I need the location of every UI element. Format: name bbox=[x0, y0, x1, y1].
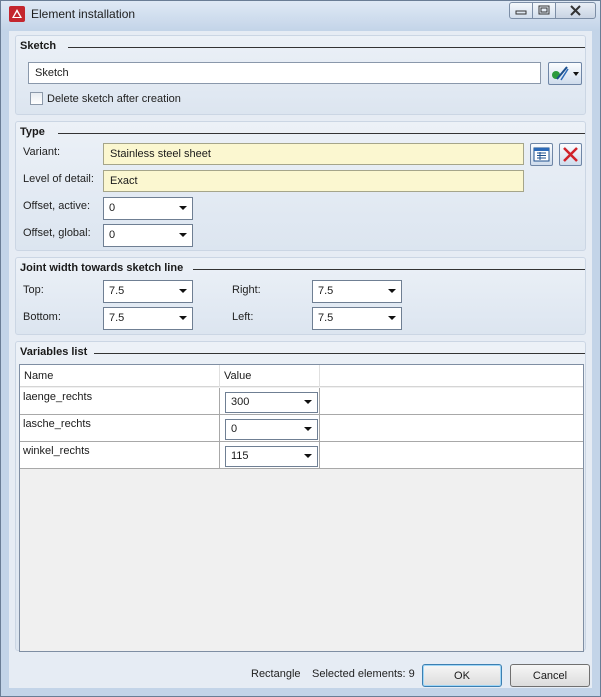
dialog-window: Element installation Sketch Sketch Delet… bbox=[0, 0, 601, 697]
chevron-down-icon bbox=[304, 454, 312, 458]
right-combo[interactable]: 7.5 bbox=[312, 280, 402, 303]
group-divider bbox=[68, 47, 585, 48]
right-label: Right: bbox=[232, 284, 261, 296]
group-divider bbox=[94, 353, 585, 354]
chevron-down-icon bbox=[179, 233, 187, 237]
right-value: 7.5 bbox=[318, 285, 334, 297]
dialog-body: Sketch Sketch Delete sketch after creati… bbox=[9, 31, 592, 688]
maximize-icon bbox=[538, 5, 550, 15]
variable-name: winkel_rechts bbox=[20, 442, 220, 468]
joint-group-title: Joint width towards sketch line bbox=[20, 262, 184, 274]
sketch-pick-button[interactable] bbox=[548, 62, 582, 85]
sketch-group-title: Sketch bbox=[20, 40, 57, 52]
table-row[interactable]: winkel_rechts 115 bbox=[20, 442, 583, 469]
value-cell: 115 bbox=[220, 442, 320, 468]
selected-status: Selected elements: 9 bbox=[312, 668, 415, 680]
variable-value: 115 bbox=[231, 450, 249, 462]
chevron-down-icon bbox=[179, 206, 187, 210]
chevron-down-icon bbox=[388, 316, 396, 320]
minimize-icon bbox=[515, 10, 527, 15]
type-group-title: Type bbox=[20, 126, 45, 138]
delete-sketch-label: Delete sketch after creation bbox=[47, 93, 181, 105]
minimize-button[interactable] bbox=[509, 2, 533, 19]
offset-active-value: 0 bbox=[109, 202, 116, 214]
value-cell: 0 bbox=[220, 415, 320, 441]
sketch-field[interactable]: Sketch bbox=[28, 62, 541, 84]
offset-active-label: Offset, active: bbox=[23, 200, 91, 212]
detail-label: Level of detail: bbox=[23, 173, 94, 185]
table-row[interactable]: lasche_rechts 0 bbox=[20, 415, 583, 442]
variable-value: 0 bbox=[231, 423, 238, 435]
top-value: 7.5 bbox=[109, 285, 125, 297]
chevron-down-icon bbox=[179, 316, 187, 320]
catalog-icon bbox=[533, 147, 550, 162]
value-cell: 300 bbox=[220, 388, 320, 414]
sketch-group: Sketch Sketch Delete sketch after creati… bbox=[15, 35, 586, 115]
value-combo[interactable]: 0 bbox=[225, 419, 318, 440]
variable-name: lasche_rechts bbox=[20, 415, 220, 441]
chevron-down-icon bbox=[304, 400, 312, 404]
type-group: Type Variant: Stainless steel sheet Leve… bbox=[15, 121, 586, 251]
variable-value: 300 bbox=[231, 396, 250, 408]
value-combo[interactable]: 115 bbox=[225, 446, 318, 467]
chevron-down-icon bbox=[179, 289, 187, 293]
ok-button[interactable]: OK bbox=[422, 664, 502, 687]
cancel-button[interactable]: Cancel bbox=[510, 664, 590, 687]
column-header-name[interactable]: Name bbox=[20, 365, 220, 387]
offset-global-value: 0 bbox=[109, 229, 116, 241]
offset-global-combo[interactable]: 0 bbox=[103, 224, 193, 247]
joint-width-group: Joint width towards sketch line Top: 7.5… bbox=[15, 257, 586, 335]
window-title: Element installation bbox=[31, 7, 136, 21]
chevron-down-icon bbox=[304, 427, 312, 431]
close-icon bbox=[570, 5, 581, 16]
bottom-label: Bottom: bbox=[23, 311, 61, 323]
offset-active-combo[interactable]: 0 bbox=[103, 197, 193, 220]
variables-group: Variables list Name Value laenge_rechts … bbox=[15, 341, 586, 652]
chevron-down-icon bbox=[388, 289, 396, 293]
left-value: 7.5 bbox=[318, 312, 334, 324]
variables-group-title: Variables list bbox=[20, 346, 88, 358]
title-bar: Element installation bbox=[1, 1, 600, 27]
variables-table: Name Value laenge_rechts 300 lasche_rech… bbox=[19, 364, 584, 652]
variant-label: Variant: bbox=[23, 146, 61, 158]
delete-red-x-icon bbox=[563, 147, 578, 162]
value-combo[interactable]: 300 bbox=[225, 392, 318, 413]
table-header: Name Value bbox=[20, 365, 583, 387]
top-combo[interactable]: 7.5 bbox=[103, 280, 193, 303]
delete-button[interactable] bbox=[559, 143, 582, 166]
left-combo[interactable]: 7.5 bbox=[312, 307, 402, 330]
group-divider bbox=[58, 133, 585, 134]
variant-field[interactable]: Stainless steel sheet bbox=[103, 143, 524, 165]
variable-name: laenge_rechts bbox=[20, 388, 220, 414]
app-logo-icon bbox=[9, 6, 25, 22]
left-label: Left: bbox=[232, 311, 254, 323]
delete-sketch-checkbox[interactable] bbox=[30, 92, 43, 105]
top-label: Top: bbox=[23, 284, 44, 296]
catalog-button[interactable] bbox=[530, 143, 553, 166]
mode-status: Rectangle bbox=[251, 668, 301, 680]
table-row[interactable]: laenge_rechts 300 bbox=[20, 388, 583, 415]
maximize-button[interactable] bbox=[532, 2, 556, 19]
close-button[interactable] bbox=[555, 2, 596, 19]
bottom-combo[interactable]: 7.5 bbox=[103, 307, 193, 330]
detail-field[interactable]: Exact bbox=[103, 170, 524, 192]
sketch-pick-icon bbox=[552, 66, 579, 81]
bottom-value: 7.5 bbox=[109, 312, 125, 324]
column-header-value[interactable]: Value bbox=[220, 365, 320, 387]
offset-global-label: Offset, global: bbox=[23, 227, 91, 239]
group-divider bbox=[193, 269, 585, 270]
